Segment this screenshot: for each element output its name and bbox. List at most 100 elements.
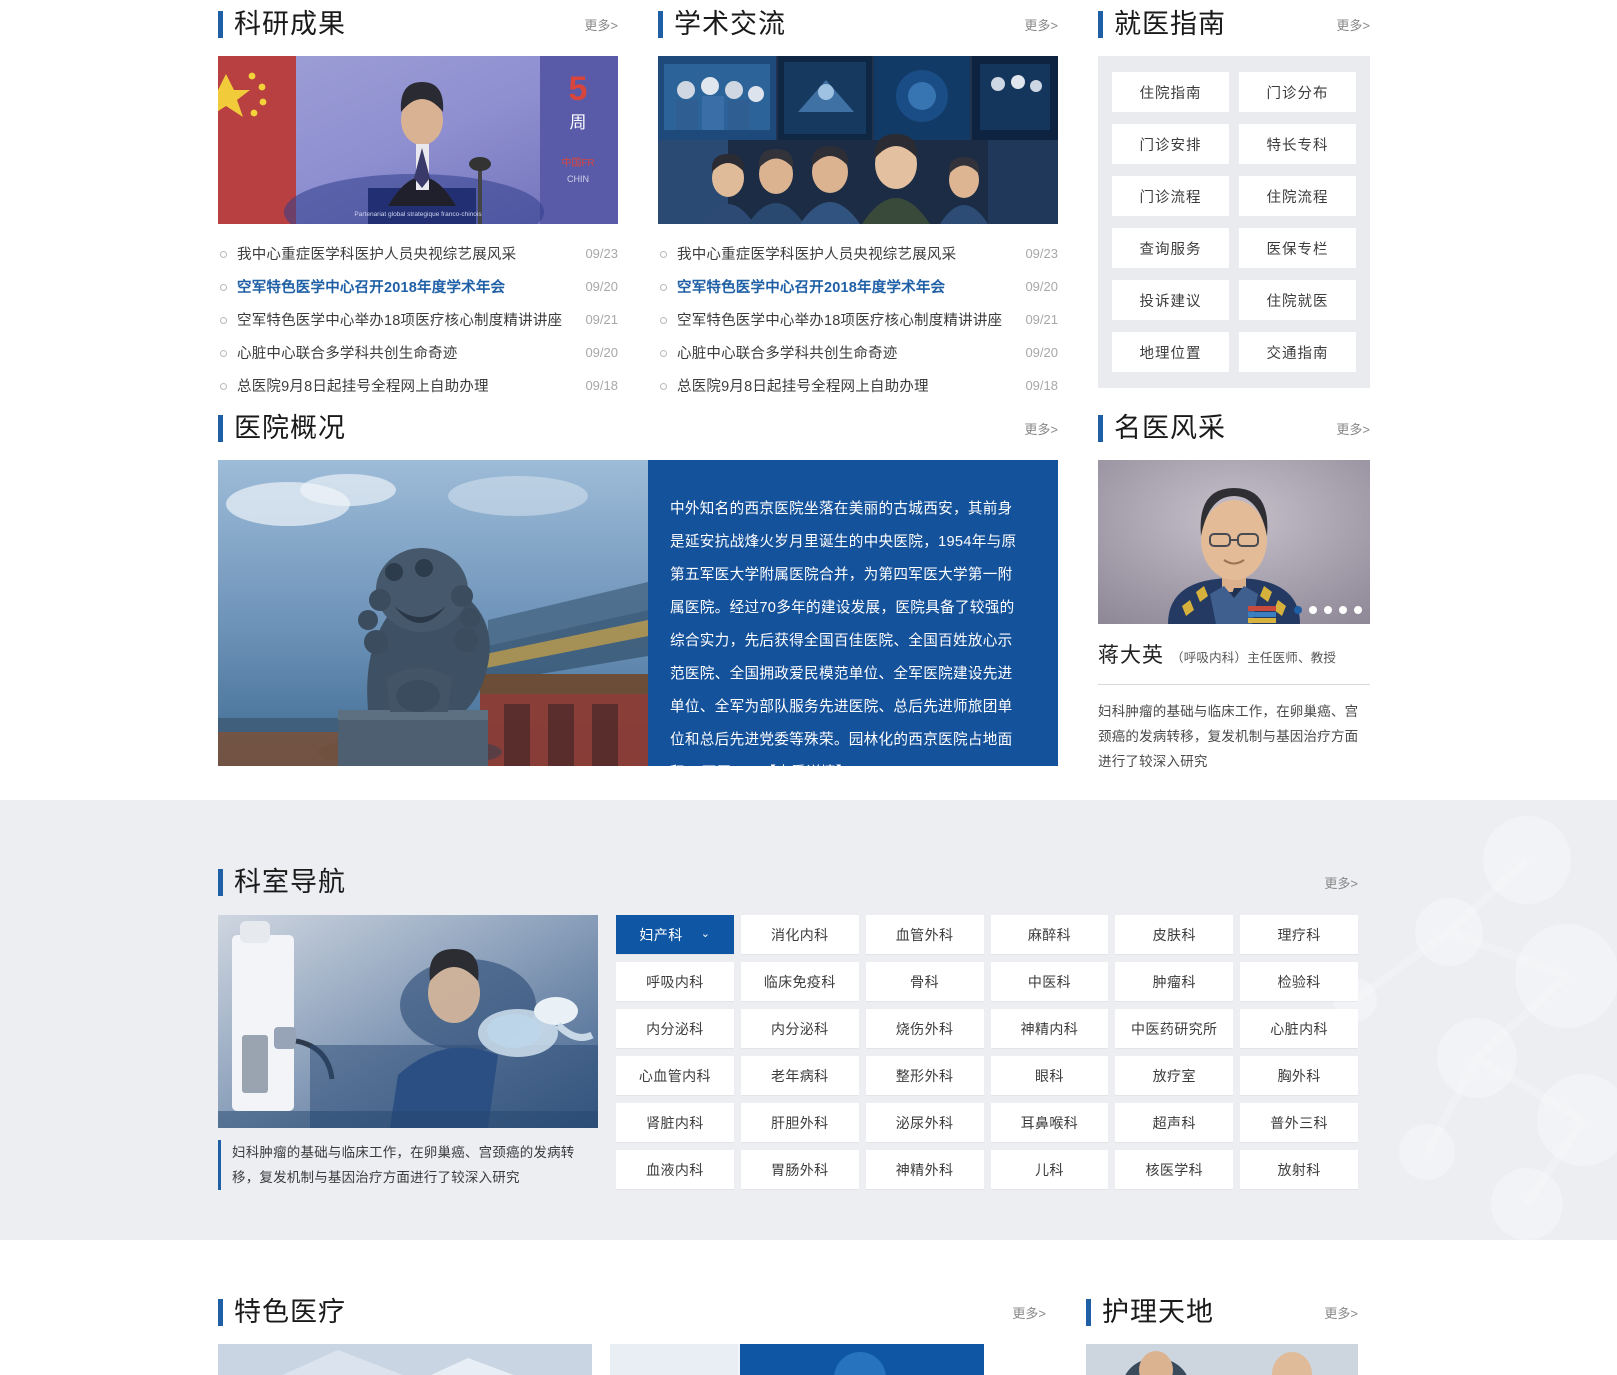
dept-button-anesthesiology[interactable]: 麻醉科 xyxy=(990,915,1109,954)
bottom-row: 特色医疗 更多> 护理天地 更多> xyxy=(218,1288,1358,1375)
guide-column: 就医指南 更多> 住院指南 门诊分布 门诊安排 特长专科 门诊流程 住院流程 查… xyxy=(1098,0,1370,388)
doctor-name-row: 蒋大英 （呼吸内科）主任医师、教授 xyxy=(1098,639,1370,685)
list-item[interactable]: 我中心重症医学科医护人员央视综艺展风采 09/23 xyxy=(658,233,1058,274)
dept-button-ophthalmology[interactable]: 眼科 xyxy=(990,1056,1109,1095)
overview-header: 医院概况 更多> xyxy=(218,404,1058,442)
dept-button-physiotherapy[interactable]: 理疗科 xyxy=(1240,915,1358,954)
dept-button-thoracic-surgery[interactable]: 胸外科 xyxy=(1240,1056,1358,1095)
guide-more-link[interactable]: 更多> xyxy=(1336,15,1370,38)
carousel-dot-5[interactable] xyxy=(1354,606,1362,614)
dept-button-neurology[interactable]: 神精内科 xyxy=(990,1009,1109,1048)
dept-button-neurosurgery[interactable]: 神精外科 xyxy=(865,1150,984,1189)
departments-section: 科室导航 更多> 妇科肿瘤的基础与临床工作，在卵巢癌、宫颈癌的发病转移，复发机制… xyxy=(0,800,1617,1240)
dept-button-general-surgery-3[interactable]: 普外三科 xyxy=(1240,1103,1358,1142)
featured-thumbnail-1[interactable] xyxy=(218,1344,592,1375)
carousel-dot-2[interactable] xyxy=(1309,606,1317,614)
doctor-carousel-dots xyxy=(1294,606,1362,614)
dept-button-tcm[interactable]: 中医科 xyxy=(990,962,1109,1001)
doctor-description: 妇科肿瘤的基础与临床工作，在卵巢癌、宫颈癌的发病转移，复发机制与基因治疗方面进行… xyxy=(1098,704,1359,769)
research-title: 科研成果 xyxy=(234,9,346,39)
overview-text-panel: 中外知名的西京医院坐落在美丽的古城西安，其前身是延安抗战烽火岁月里诞生的中央医院… xyxy=(648,460,1058,766)
dept-button-gastrointestinal-surgery[interactable]: 胃肠外科 xyxy=(740,1150,859,1189)
dept-button-ultrasound[interactable]: 超声科 xyxy=(1115,1103,1234,1142)
guide-button-transport-guide[interactable]: 交通指南 xyxy=(1239,332,1356,372)
doctor-more-link[interactable]: 更多> xyxy=(1336,419,1370,442)
dept-button-endocrinology-1[interactable]: 内分泌科 xyxy=(616,1009,734,1048)
dept-button-clinical-immunology[interactable]: 临床免疫科 xyxy=(740,962,859,1001)
bottom-section: 特色医疗 更多> 护理天地 更多> xyxy=(0,1240,1617,1375)
list-item[interactable]: 空军特色医学中心举办18项医疗核心制度精讲讲座 09/21 xyxy=(658,299,1058,340)
guide-button-inpatient-guide[interactable]: 住院指南 xyxy=(1112,72,1229,112)
overview-image xyxy=(218,460,648,766)
list-item[interactable]: 心脏中心联合多学科共创生命奇迹 09/20 xyxy=(658,332,1058,373)
featured-thumbnail-2[interactable] xyxy=(610,1344,984,1375)
departments-body: 妇科肿瘤的基础与临床工作，在卵巢癌、宫颈癌的发病转移，复发机制与基因治疗方面进行… xyxy=(218,915,1358,1190)
research-thumbnail[interactable]: 5 周 中国FR CHIN Partenariat global strateg… xyxy=(218,56,618,224)
nursing-thumbnail-1[interactable] xyxy=(1086,1344,1358,1375)
guide-button-clinic-process[interactable]: 门诊流程 xyxy=(1112,176,1229,216)
doctor-column: 名医风采 更多> 蒋大英 （呼吸内科）主任医师、教授 妇科肿瘤的基础与临床工作，… xyxy=(1098,404,1370,774)
dept-button-nephrology[interactable]: 肾脏内科 xyxy=(616,1103,734,1142)
dept-button-radiology[interactable]: 放射科 xyxy=(1240,1150,1358,1189)
guide-button-inpatient-process[interactable]: 住院流程 xyxy=(1239,176,1356,216)
dept-button-hematology[interactable]: 血液内科 xyxy=(616,1150,734,1189)
dept-button-pediatrics[interactable]: 儿科 xyxy=(990,1150,1109,1189)
research-more-link[interactable]: 更多> xyxy=(584,15,618,38)
dept-button-orthopedics[interactable]: 骨科 xyxy=(865,962,984,1001)
guide-button-query-service[interactable]: 查询服务 xyxy=(1112,228,1229,268)
list-item[interactable]: 空军特色医学中心召开2018年度学术年会 09/20 xyxy=(218,266,618,307)
dept-button-respiratory[interactable]: 呼吸内科 xyxy=(616,962,734,1001)
guide-button-complaints[interactable]: 投诉建议 xyxy=(1112,280,1229,320)
carousel-dot-1[interactable] xyxy=(1294,606,1302,614)
dept-button-gastroenterology[interactable]: 消化内科 xyxy=(740,915,859,954)
featured-more-link[interactable]: 更多> xyxy=(1012,1303,1046,1326)
list-item[interactable]: 总医院9月8日起挂号全程网上自助办理 09/18 xyxy=(218,365,618,406)
academic-more-link[interactable]: 更多> xyxy=(1024,15,1058,38)
list-item[interactable]: 总医院9月8日起挂号全程网上自助办理 09/18 xyxy=(658,365,1058,406)
dept-button-nuclear-medicine[interactable]: 核医学科 xyxy=(1115,1150,1234,1189)
guide-button-grid: 住院指南 门诊分布 门诊安排 特长专科 门诊流程 住院流程 查询服务 医保专栏 … xyxy=(1098,56,1370,388)
list-item[interactable]: 空军特色医学中心举办18项医疗核心制度精讲讲座 09/21 xyxy=(218,299,618,340)
guide-button-insurance-column[interactable]: 医保专栏 xyxy=(1239,228,1356,268)
dept-button-oncology[interactable]: 肿瘤科 xyxy=(1115,962,1234,1001)
academic-thumbnail[interactable] xyxy=(658,56,1058,224)
dept-button-dermatology[interactable]: 皮肤科 xyxy=(1115,915,1234,954)
dept-button-radiotherapy[interactable]: 放疗室 xyxy=(1115,1056,1234,1095)
dept-button-burn-surgery[interactable]: 烧伤外科 xyxy=(865,1009,984,1048)
dept-button-obstetrics-gynecology[interactable]: 妇产科 ⌄ xyxy=(616,915,734,954)
guide-button-inpatient-care[interactable]: 住院就医 xyxy=(1239,280,1356,320)
accent-bar-icon xyxy=(1098,415,1103,442)
dept-button-endocrinology-2[interactable]: 内分泌科 xyxy=(740,1009,859,1048)
dept-button-laboratory[interactable]: 检验科 xyxy=(1240,962,1358,1001)
guide-button-location[interactable]: 地理位置 xyxy=(1112,332,1229,372)
dept-button-geriatrics[interactable]: 老年病科 xyxy=(740,1056,859,1095)
news-date: 09/21 xyxy=(1025,312,1058,327)
dept-button-vascular-surgery[interactable]: 血管外科 xyxy=(865,915,984,954)
carousel-dot-3[interactable] xyxy=(1324,606,1332,614)
accent-bar-icon xyxy=(218,11,223,38)
list-item[interactable]: 我中心重症医学科医护人员央视综艺展风采 09/23 xyxy=(218,233,618,274)
dept-button-ent[interactable]: 耳鼻喉科 xyxy=(990,1103,1109,1142)
dept-button-hepatobiliary-surgery[interactable]: 肝胆外科 xyxy=(740,1103,859,1142)
departments-photo[interactable] xyxy=(218,915,598,1128)
overview-detail-link[interactable]: 【查看详情】 xyxy=(761,765,850,766)
guide-button-clinic-schedule[interactable]: 门诊安排 xyxy=(1112,124,1229,164)
list-item[interactable]: 心脏中心联合多学科共创生命奇迹 09/20 xyxy=(218,332,618,373)
accent-bar-icon xyxy=(218,1140,221,1190)
timeline-dash xyxy=(222,365,223,406)
list-item[interactable]: 空军特色医学中心召开2018年度学术年会 09/20 xyxy=(658,266,1058,307)
doctor-photo[interactable] xyxy=(1098,460,1370,624)
dept-button-urology[interactable]: 泌尿外科 xyxy=(865,1103,984,1142)
departments-more-link[interactable]: 更多> xyxy=(1324,873,1358,896)
guide-button-clinic-distribution[interactable]: 门诊分布 xyxy=(1239,72,1356,112)
dept-button-plastic-surgery[interactable]: 整形外科 xyxy=(865,1056,984,1095)
nursing-more-link[interactable]: 更多> xyxy=(1324,1303,1358,1326)
overview-more-link[interactable]: 更多> xyxy=(1024,419,1058,442)
dept-button-tcm-institute[interactable]: 中医药研究所 xyxy=(1115,1009,1234,1048)
dept-button-cardiology[interactable]: 心脏内科 xyxy=(1240,1009,1358,1048)
carousel-dot-4[interactable] xyxy=(1339,606,1347,614)
guide-button-specialty-clinic[interactable]: 特长专科 xyxy=(1239,124,1356,164)
dept-button-cardiovascular[interactable]: 心血管内科 xyxy=(616,1056,734,1095)
top-inner: 科研成果 更多> 5 周 中国FR CHIN Partenariat globa… xyxy=(218,0,1370,800)
accent-bar-icon xyxy=(218,1299,223,1326)
